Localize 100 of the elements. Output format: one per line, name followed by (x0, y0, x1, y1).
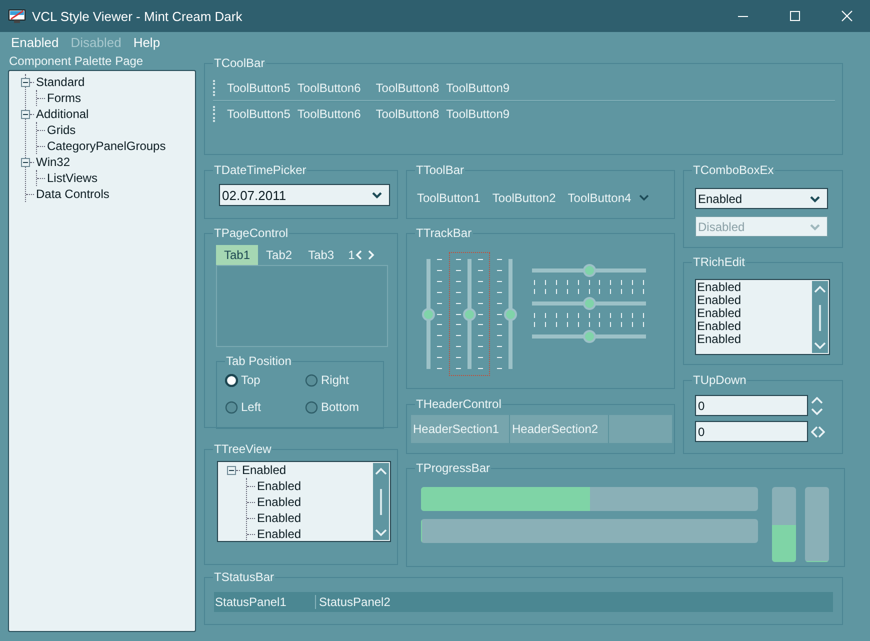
toolbar-button[interactable]: ToolButton9 (446, 81, 510, 95)
scrollbar[interactable] (812, 281, 828, 353)
tree-view[interactable]: Enabled Enabled Enabled Enabled Enabled (217, 461, 391, 542)
tree-item[interactable]: Enabled (255, 479, 302, 493)
radio-icon[interactable] (305, 374, 318, 386)
header-section[interactable]: HeaderSection2 (510, 415, 609, 443)
toolbar-button[interactable]: ToolButton5 (227, 81, 290, 95)
down-chevron-icon[interactable] (375, 529, 387, 537)
toolbar-button[interactable]: ToolButton9 (446, 107, 510, 121)
collapse-icon[interactable] (21, 110, 30, 118)
monitor-icon (8, 8, 26, 24)
tree-item[interactable]: Data Controls (34, 187, 110, 201)
group-title: TComboBoxEx (692, 163, 775, 177)
radio-label: Bottom (321, 400, 360, 414)
header-section[interactable]: HeaderSection1 (411, 415, 510, 443)
slider-thumb[interactable] (422, 308, 435, 320)
toolbar-button[interactable]: ToolButton4 (568, 191, 632, 205)
radio-option[interactable]: Left (225, 400, 305, 414)
tree-item[interactable]: ListViews (45, 171, 98, 185)
tree-item[interactable]: Enabled (240, 463, 286, 477)
number-field[interactable]: 0 (695, 395, 808, 416)
radio-option[interactable]: Right (305, 373, 385, 387)
grip-handle[interactable] (213, 106, 217, 122)
group-title: TRichEdit (692, 255, 746, 269)
tree-item[interactable]: CategoryPanelGroups (45, 139, 166, 153)
text-line: Enabled (697, 320, 742, 333)
collapse-icon[interactable] (227, 466, 236, 474)
combo-box[interactable]: Enabled (695, 188, 828, 209)
toolbar-button[interactable]: ToolButton6 (297, 81, 361, 95)
radio-icon[interactable] (225, 400, 238, 414)
tree-item[interactable]: Enabled (255, 511, 302, 525)
radio-icon[interactable] (305, 400, 318, 414)
grip-handle[interactable] (213, 80, 217, 96)
tree-item[interactable]: Enabled (255, 495, 302, 509)
up-chevron-icon[interactable] (814, 285, 826, 293)
group-title: TCoolBar (213, 56, 266, 70)
slider-thumb[interactable] (582, 264, 596, 277)
slider-thumb[interactable] (463, 308, 476, 320)
field-value: 0 (698, 398, 705, 412)
up-down-arrows-icon[interactable] (811, 396, 823, 414)
status-text: StatusPanel1 (214, 595, 288, 609)
radio-label: Right (321, 373, 350, 387)
text-line: Enabled (697, 307, 742, 320)
date-field[interactable]: 02.07.2011 (219, 184, 390, 206)
tree-view[interactable]: Standard Forms Additional Grids CategoryPanelGroups Win32 ListViews Data Controls (8, 70, 196, 632)
slider-thumb[interactable] (504, 308, 517, 320)
collapse-icon[interactable] (21, 158, 30, 166)
group-title: TToolBar (415, 163, 466, 177)
left-right-arrows-icon[interactable] (811, 426, 825, 438)
chevron-down-icon (809, 194, 821, 204)
group-title: TTreeView (213, 442, 272, 456)
slider-thumb[interactable] (582, 330, 596, 343)
date-value: 02.07.2011 (222, 188, 286, 202)
group-title: THeaderControl (415, 397, 502, 411)
toolbar-button[interactable]: ToolButton2 (492, 191, 556, 205)
down-chevron-icon[interactable] (814, 342, 826, 350)
radio-option[interactable]: Top (225, 373, 305, 387)
up-chevron-icon[interactable] (375, 467, 387, 475)
chevron-down-icon (809, 222, 821, 232)
tab[interactable]: Tab2 (258, 245, 300, 265)
collapse-icon[interactable] (21, 78, 30, 86)
combo-value: Enabled (698, 192, 742, 206)
group-title: TPageControl (213, 226, 290, 240)
slider-thumb[interactable] (582, 297, 596, 310)
scroll-thumb[interactable] (380, 489, 382, 515)
scroll-thumb[interactable] (819, 304, 821, 330)
text-line: Enabled (697, 333, 742, 346)
tree-item[interactable]: Additional (34, 107, 89, 121)
radio-label: Top (241, 373, 260, 387)
tree-item[interactable]: Grids (45, 123, 76, 137)
field-value: 0 (698, 424, 705, 438)
text-line: Enabled (697, 294, 742, 307)
radio-checked-icon[interactable] (225, 374, 238, 386)
window-title: VCL Style Viewer - Mint Cream Dark (32, 8, 244, 24)
toolbar-button[interactable]: ToolButton6 (297, 107, 361, 121)
menu-item[interactable]: Help (133, 34, 160, 50)
toolbar-button[interactable]: ToolButton8 (376, 107, 440, 121)
tree-item[interactable]: Forms (45, 91, 81, 105)
toolbar-button[interactable]: ToolButton5 (227, 107, 290, 121)
group-title: Tab Position (225, 354, 292, 368)
group-title: TDateTimePicker (213, 163, 308, 177)
menu-item[interactable]: Enabled (11, 34, 59, 50)
combo-value: Disabled (698, 220, 745, 234)
tree-item[interactable]: Enabled (255, 527, 302, 541)
chevron-down-icon[interactable] (371, 190, 383, 200)
number-field[interactable]: 0 (695, 421, 808, 442)
tab[interactable]: Tab1 (216, 245, 258, 265)
scrollbar[interactable] (373, 463, 389, 540)
scroll-arrows-icon[interactable] (354, 250, 375, 260)
maximize-icon (789, 10, 801, 22)
toolbar-button[interactable]: ToolButton8 (376, 81, 440, 95)
tab[interactable]: 1 (342, 245, 355, 265)
dropdown-chevron-icon[interactable] (639, 194, 650, 202)
toolbar-button[interactable]: ToolButton1 (417, 191, 480, 205)
tab[interactable]: Tab3 (300, 245, 342, 265)
text-area[interactable]: Enabled Enabled Enabled Enabled Enabled (695, 279, 830, 355)
tree-item[interactable]: Win32 (34, 155, 70, 169)
radio-option[interactable]: Bottom (305, 400, 385, 414)
group-title: TUpDown (692, 373, 748, 387)
tree-item[interactable]: Standard (34, 75, 85, 89)
